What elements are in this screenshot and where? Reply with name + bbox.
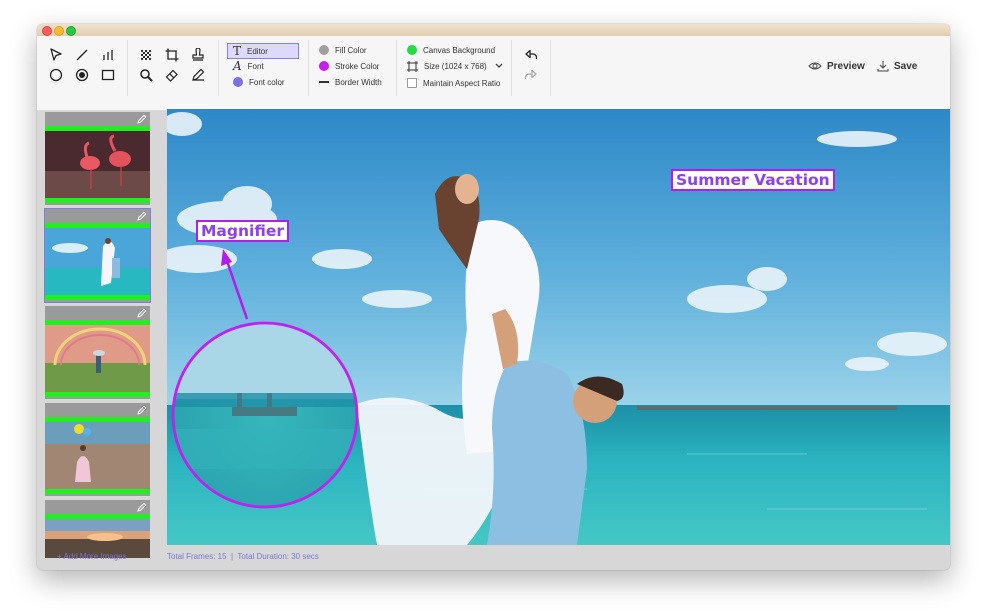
edit-pencil-icon[interactable] — [137, 114, 147, 124]
checkbox-box[interactable] — [407, 78, 417, 88]
rectangle-tool-icon[interactable] — [99, 66, 117, 84]
maintain-aspect-label: Maintain Aspect Ratio — [423, 78, 501, 88]
eye-icon — [808, 62, 822, 70]
font-label: Font — [247, 61, 264, 71]
thumbnail-image — [45, 228, 150, 295]
crop-icon[interactable] — [163, 46, 181, 64]
save-label: Save — [894, 60, 918, 72]
border-width-option[interactable]: Border Width — [319, 75, 382, 89]
font-color-option[interactable]: Font color — [227, 75, 285, 89]
fill-color-option[interactable]: Fill Color — [319, 43, 367, 57]
eraser-icon[interactable] — [163, 66, 181, 84]
save-button[interactable]: Save — [877, 57, 917, 75]
image-canvas[interactable]: Magnifier Summer Vacation — [167, 109, 950, 545]
maximize-window-button[interactable] — [66, 26, 76, 36]
canvas-background-option[interactable]: Canvas Background — [407, 43, 495, 57]
thumbnail-image — [45, 131, 150, 198]
stroke-color-label: Stroke Color — [335, 61, 380, 71]
maintain-aspect-checkbox[interactable]: Maintain Aspect Ratio — [407, 76, 500, 90]
toolbar: T Editor A Font Font color Fill Color St… — [37, 36, 950, 111]
editor-label: Editor — [247, 46, 268, 56]
edit-pencil-icon[interactable] — [137, 211, 147, 221]
thumbnail-image — [45, 325, 150, 392]
status-bar-text: Total Frames: 15 | Total Duration: 30 se… — [167, 552, 319, 561]
line-tool-icon[interactable] — [73, 46, 91, 64]
select-arrow-icon[interactable] — [47, 46, 65, 64]
border-width-label: Border Width — [335, 77, 382, 87]
redo-icon[interactable] — [522, 66, 540, 84]
filled-circle-icon[interactable] — [73, 66, 91, 84]
magnifier-text-annotation[interactable]: Magnifier — [196, 220, 289, 242]
editor-option[interactable]: T Editor — [227, 43, 299, 59]
font-option[interactable]: A Font — [227, 59, 264, 73]
stroke-color-swatch — [319, 61, 329, 71]
canvas-size-dropdown[interactable]: Size (1024 x 768) — [407, 59, 503, 73]
edit-pencil-icon[interactable] — [137, 308, 147, 318]
edit-pencil-icon[interactable] — [137, 405, 147, 415]
canvas-background-label: Canvas Background — [423, 45, 496, 55]
thumbnail-image — [45, 422, 150, 489]
fill-color-swatch — [319, 45, 329, 55]
summer-vacation-text-annotation[interactable]: Summer Vacation — [671, 169, 835, 191]
pencil-icon[interactable] — [189, 66, 207, 84]
canvas-background-swatch — [407, 45, 417, 55]
stroke-color-option[interactable]: Stroke Color — [319, 59, 379, 73]
download-icon — [877, 61, 889, 72]
font-color-label: Font color — [249, 77, 285, 87]
app-window: T Editor A Font Font color Fill Color St… — [37, 24, 950, 570]
canvas-size-label: Size (1024 x 768) — [424, 61, 487, 71]
resize-icon — [407, 60, 418, 72]
border-width-icon — [319, 81, 329, 83]
chevron-down-icon — [495, 63, 503, 68]
preview-label: Preview — [827, 60, 865, 72]
font-icon: A — [233, 59, 242, 73]
bar-chart-icon[interactable] — [99, 46, 117, 64]
text-editor-icon: T — [233, 44, 242, 58]
blur-pixelate-icon[interactable] — [137, 46, 155, 64]
magnifier-icon[interactable] — [137, 66, 155, 84]
thumbnail-sidebar: + Add More Images — [37, 111, 161, 570]
undo-icon[interactable] — [522, 46, 540, 64]
close-window-button[interactable] — [42, 26, 52, 36]
thumbnail-beach-couple[interactable] — [44, 208, 151, 303]
thumbnail-sunset[interactable] — [45, 500, 150, 558]
stamp-icon[interactable] — [189, 46, 207, 64]
font-color-swatch — [233, 77, 243, 87]
minimize-window-button[interactable] — [54, 26, 64, 36]
thumbnail-girl-balloons[interactable] — [45, 403, 150, 496]
preview-button[interactable]: Preview — [808, 57, 865, 75]
title-bar — [37, 24, 950, 36]
edit-pencil-icon[interactable] — [137, 502, 147, 512]
circle-tool-icon[interactable] — [47, 66, 65, 84]
thumbnail-flamingos[interactable] — [45, 112, 150, 205]
add-more-images-link[interactable]: + Add More Images — [57, 552, 127, 561]
fill-color-label: Fill Color — [335, 45, 367, 55]
thumbnail-rainbow-field[interactable] — [45, 306, 150, 399]
